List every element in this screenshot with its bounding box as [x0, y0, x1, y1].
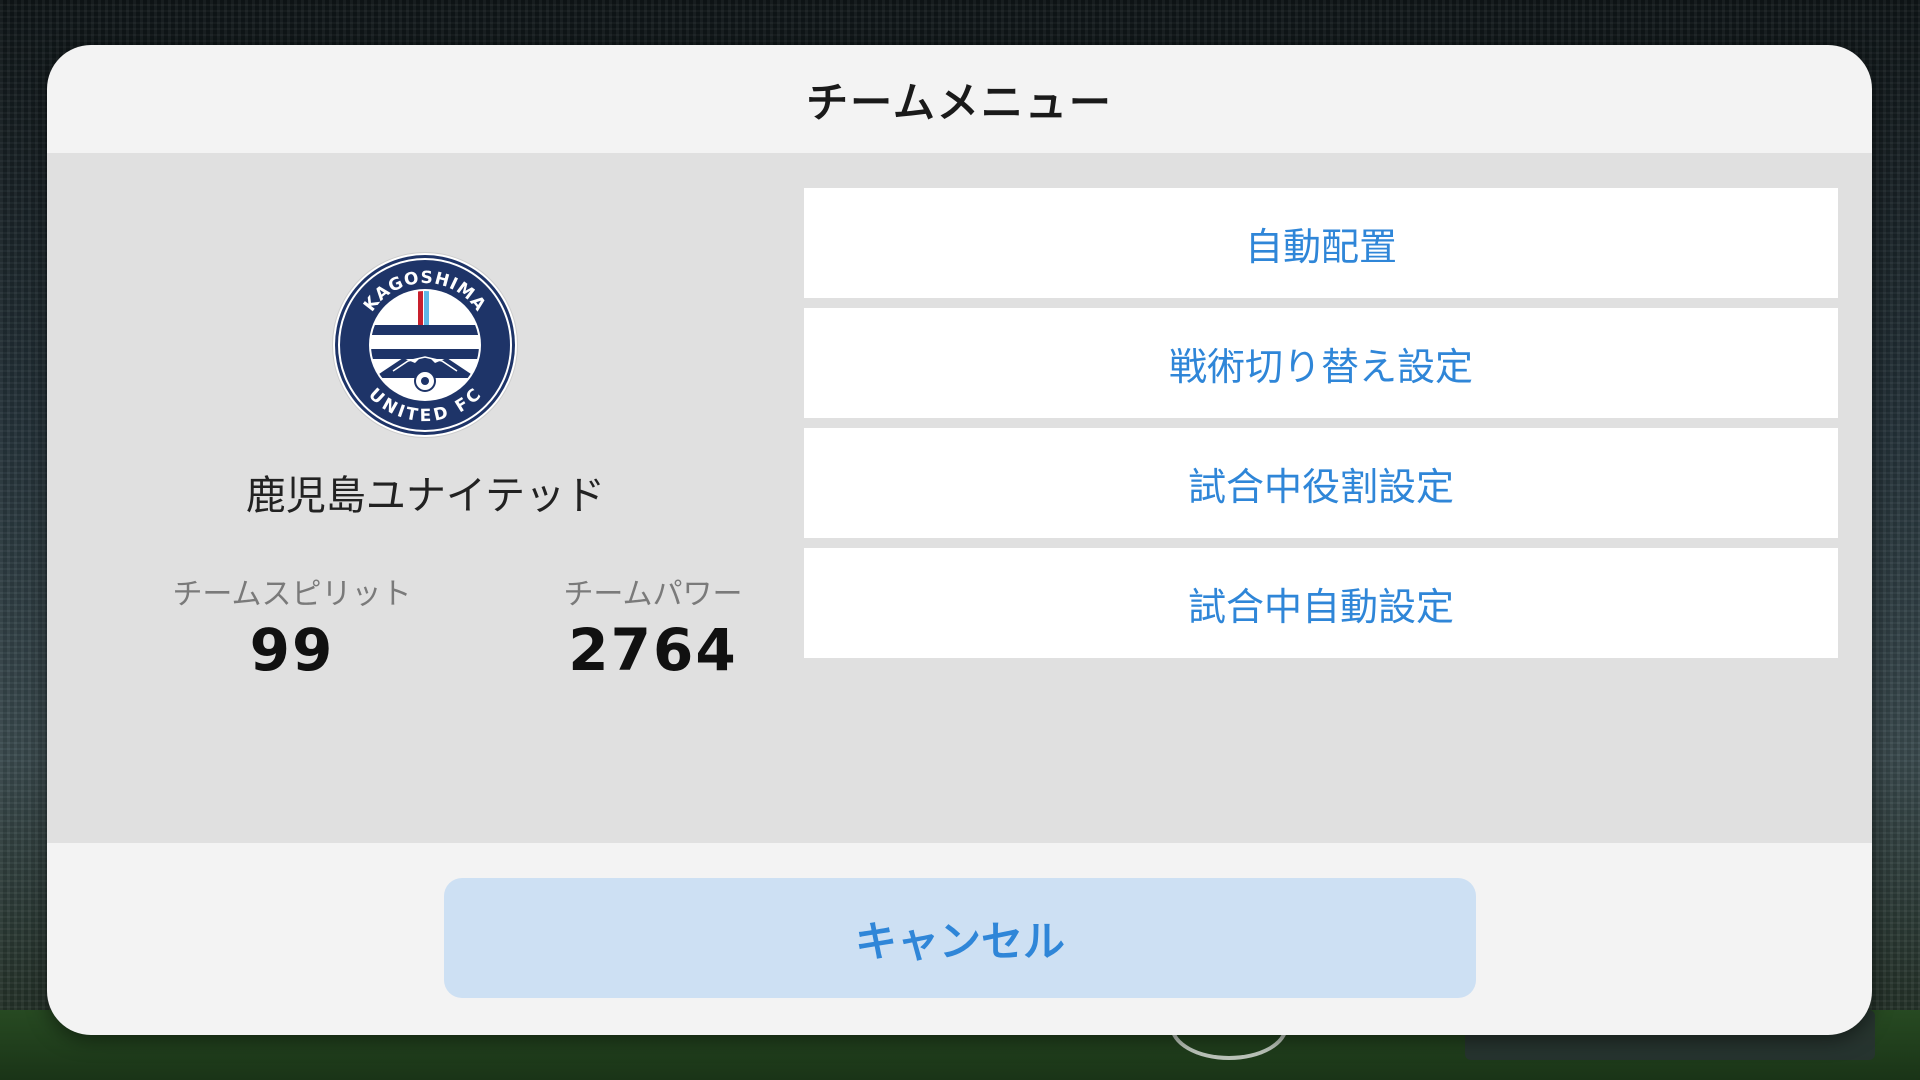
- team-power-stat: チームパワー 2764: [503, 575, 803, 685]
- team-power-label: チームパワー: [563, 577, 743, 612]
- dialog-body: KAGOSHIMA UNITED FC 鹿児島ユナイテッド チームスピリット 9…: [47, 153, 1872, 843]
- team-spirit-value: 99: [249, 616, 335, 684]
- dialog-footer: キャンセル: [47, 843, 1872, 1035]
- team-info-panel: KAGOSHIMA UNITED FC 鹿児島ユナイテッド チームスピリット 9…: [47, 153, 804, 843]
- cancel-button[interactable]: キャンセル: [444, 878, 1476, 998]
- dialog-title: チームメニュー: [806, 77, 1113, 127]
- team-emblem-logo: KAGOSHIMA UNITED FC: [333, 253, 517, 437]
- team-menu-list: 自動配置 戦術切り替え設定 試合中役割設定 試合中自動設定: [804, 188, 1838, 668]
- team-spirit-label: チームスピリット: [172, 577, 412, 612]
- team-spirit-stat: チームスピリット 99: [142, 575, 442, 685]
- menu-item-tactics-switch-settings[interactable]: 戦術切り替え設定: [804, 308, 1838, 418]
- team-menu-dialog: チームメニュー KAGOSHIMA UNITED FC 鹿児島ユナイテッド チー…: [47, 45, 1872, 1035]
- menu-item-in-match-role-settings[interactable]: 試合中役割設定: [804, 428, 1838, 538]
- team-power-value: 2764: [568, 616, 738, 684]
- team-name: 鹿児島ユナイテッド: [245, 473, 606, 519]
- menu-item-auto-placement[interactable]: 自動配置: [804, 188, 1838, 298]
- menu-item-in-match-auto-settings[interactable]: 試合中自動設定: [804, 548, 1838, 658]
- dialog-header: チームメニュー: [47, 45, 1872, 153]
